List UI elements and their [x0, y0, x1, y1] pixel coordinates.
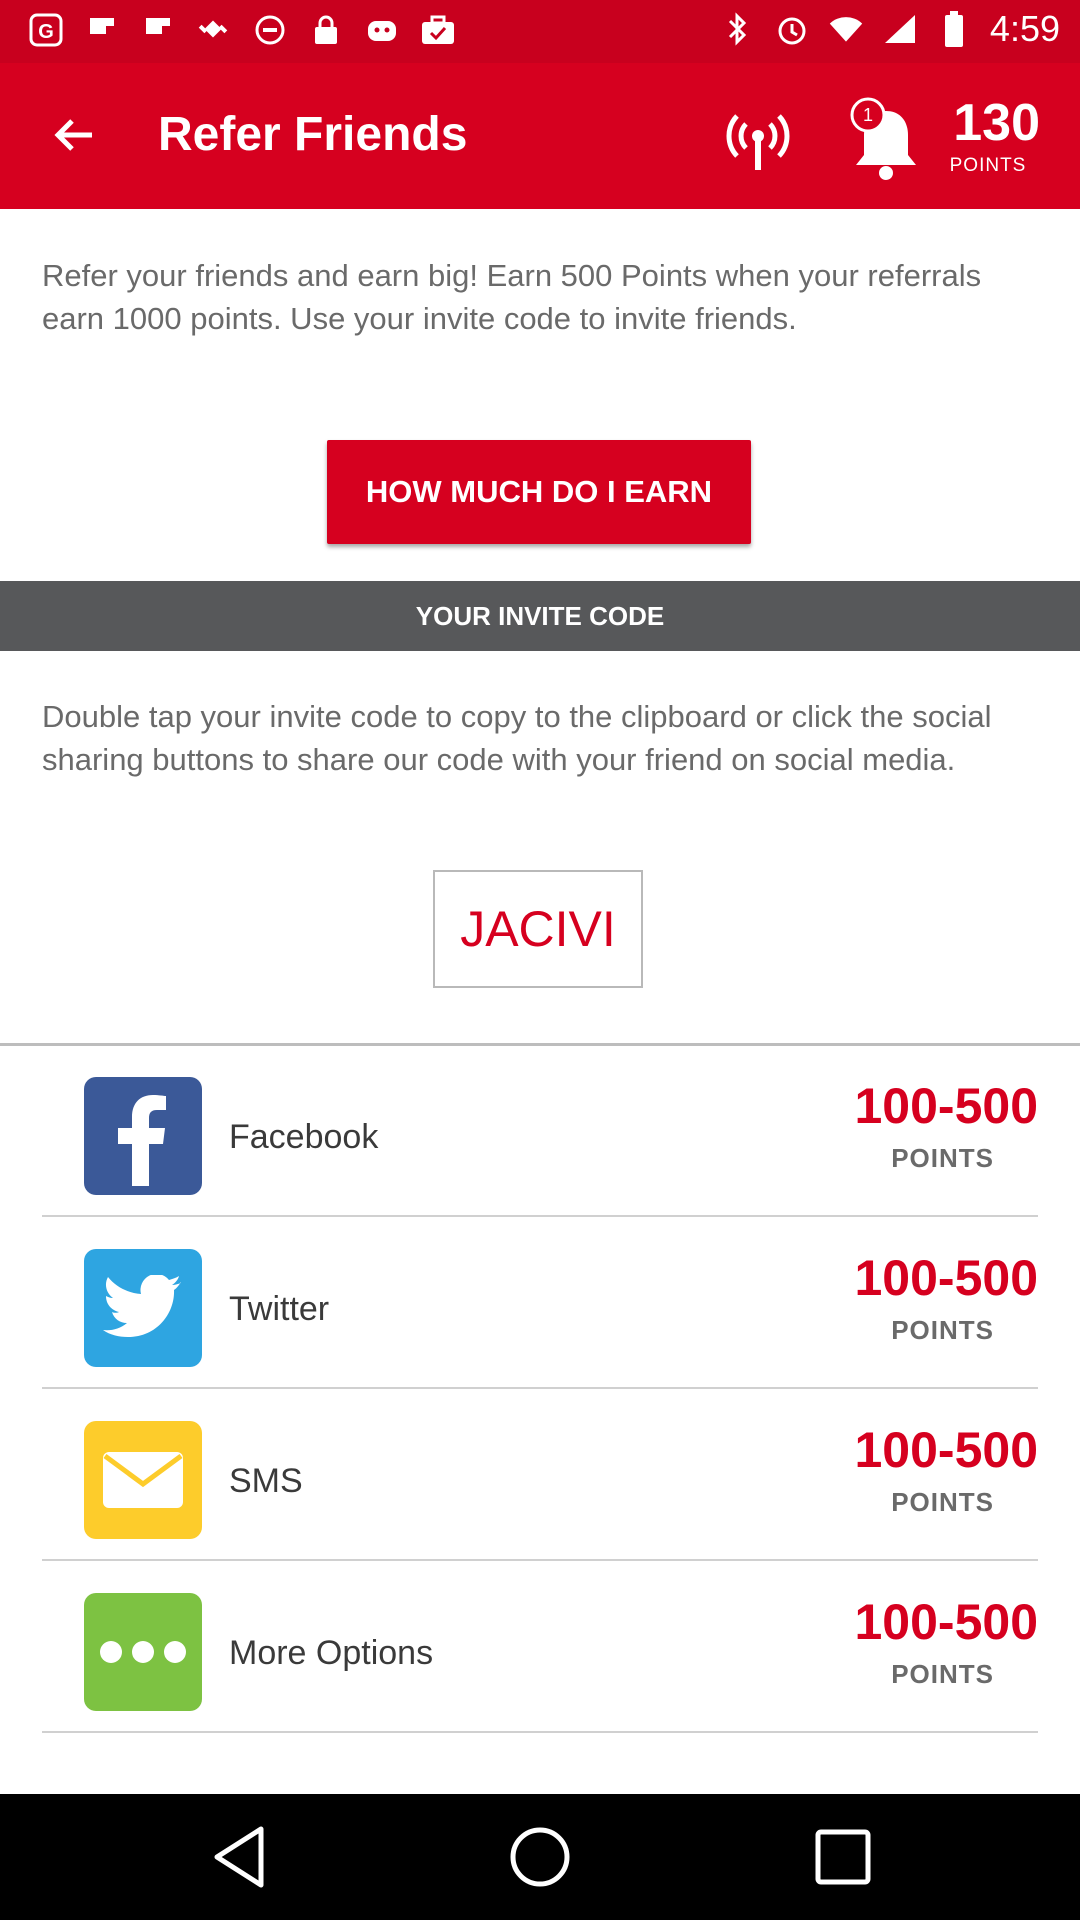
nav-back-icon[interactable]: [204, 1822, 274, 1892]
g-icon: G: [28, 12, 64, 48]
facebook-icon: [84, 1077, 202, 1195]
alarm-icon: [774, 11, 810, 47]
battery-icon: [936, 11, 972, 47]
mail-icon: [84, 1421, 202, 1539]
share-option-label: Twitter: [229, 1290, 330, 1328]
status-system-icons: 4:59: [720, 8, 1060, 50]
invite-code-box[interactable]: JACIVI: [433, 870, 643, 988]
points-unit: POINTS: [891, 1315, 994, 1345]
blocked-icon: [252, 12, 288, 48]
share-option-label: More Options: [229, 1634, 434, 1672]
nav-recents-icon[interactable]: [808, 1822, 878, 1892]
share-option-more[interactable]: More Options 100-500 POINTS: [42, 1561, 1038, 1733]
nav-home-icon[interactable]: [505, 1822, 575, 1892]
flipboard-icon: [84, 12, 120, 48]
clock-time: 4:59: [989, 8, 1060, 49]
notification-count-badge: 1: [862, 104, 873, 125]
status-bar: G 4:59: [0, 0, 1080, 63]
share-option-facebook[interactable]: Facebook 100-500 POINTS: [42, 1045, 1038, 1217]
points-range: 100-500: [854, 1594, 1039, 1650]
share-option-label: Facebook: [229, 1118, 379, 1156]
android-icon: [364, 12, 400, 48]
page-title: Refer Friends: [158, 108, 468, 161]
share-option-twitter[interactable]: Twitter 100-500 POINTS: [42, 1217, 1038, 1389]
points-value: 130: [953, 94, 1040, 152]
app-bar: Refer Friends 1 130 POINTS: [0, 63, 1080, 209]
points-unit: POINTS: [891, 1659, 994, 1689]
briefcase-check-icon: [420, 12, 456, 48]
svg-text:G: G: [38, 21, 54, 43]
share-option-sms[interactable]: SMS 100-500 POINTS: [42, 1389, 1038, 1561]
status-notification-icons: G: [28, 12, 456, 48]
flipboard-icon: [140, 12, 176, 48]
points-range: 100-500: [854, 1250, 1039, 1306]
back-arrow-icon[interactable]: [48, 109, 100, 161]
share-option-label: SMS: [229, 1462, 303, 1500]
how-much-earn-button[interactable]: HOW MUCH DO I EARN: [327, 440, 751, 544]
points-unit: POINTS: [891, 1487, 994, 1517]
bluetooth-icon: [720, 11, 756, 47]
wifi-icon: [828, 11, 864, 47]
fake-gps-icon: [196, 12, 232, 48]
invite-help-text: Double tap your invite code to copy to t…: [42, 699, 992, 777]
broadcast-icon[interactable]: [720, 103, 796, 179]
points-range: 100-500: [854, 1078, 1039, 1134]
invite-code-header: YOUR INVITE CODE: [0, 581, 1080, 651]
points-range: 100-500: [854, 1422, 1039, 1478]
points-label: POINTS: [949, 155, 1027, 176]
points-unit: POINTS: [891, 1143, 994, 1173]
more-icon: [84, 1593, 202, 1711]
lock-icon: [308, 12, 344, 48]
twitter-icon: [84, 1249, 202, 1367]
intro-text: Refer your friends and earn big! Earn 50…: [42, 258, 982, 336]
system-navigation-bar: [0, 1794, 1080, 1920]
signal-icon: [882, 11, 918, 47]
